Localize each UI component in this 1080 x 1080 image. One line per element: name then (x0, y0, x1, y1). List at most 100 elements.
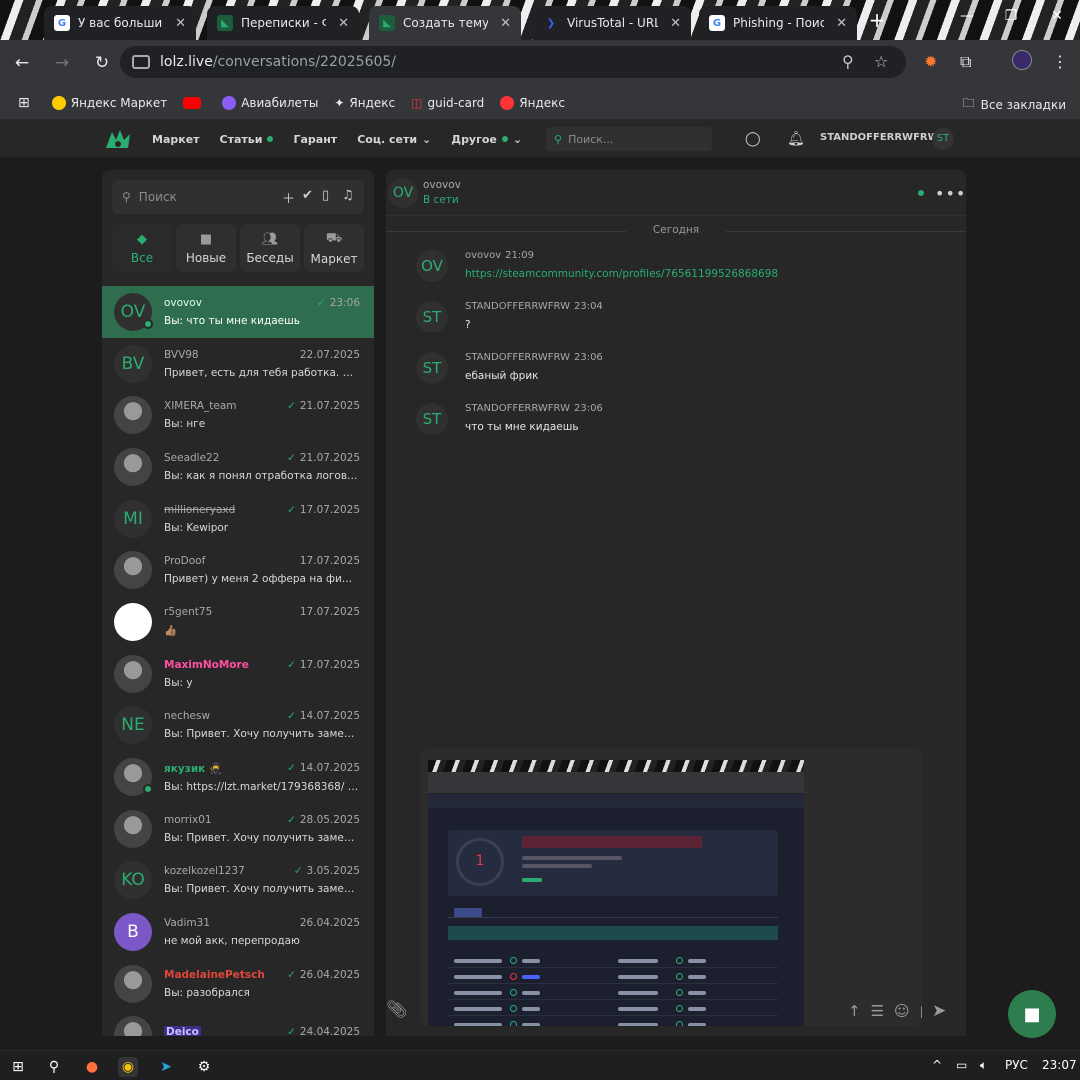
conversation-item[interactable]: NE nechesw ✓ 14.07.2025 Вы: Привет. Хочу пол… (102, 700, 374, 752)
bookmark-youtube[interactable] (183, 96, 206, 109)
bookmark-yandex-ai[interactable]: ✦ Яндекс (334, 96, 395, 110)
new-tab-button[interactable]: + (866, 10, 888, 32)
chrome-icon[interactable]: ◉ (118, 1057, 138, 1077)
messages-icon[interactable]: ◯ (745, 131, 761, 147)
message-avatar[interactable]: ST (416, 403, 448, 435)
bookmark-yandex[interactable]: Яндекс (500, 95, 565, 110)
network-icon[interactable]: ▭ (956, 1058, 967, 1072)
site-info-icon[interactable] (132, 55, 150, 69)
peer-name[interactable]: ovovov (423, 179, 461, 191)
message-avatar[interactable]: ST (416, 352, 448, 384)
conversation-item[interactable]: якузик 🥷 ✓ 14.07.2025 Вы: https://lzt.marke… (102, 751, 374, 803)
message-avatar[interactable]: ST (416, 301, 448, 333)
conversation-item[interactable]: MI millioneryaxd ✓ 17.07.2025 Вы: Kewipor (102, 493, 374, 545)
conversation-item[interactable]: XIMERA_team ✓ 21.07.2025 Вы: нге (102, 389, 374, 441)
clock[interactable]: 23:07 (1042, 1058, 1077, 1072)
all-bookmarks[interactable]: 🗀 Все закладки (963, 94, 1066, 115)
volume-icon[interactable]: 🔈︎ (980, 1058, 987, 1073)
firefox-icon[interactable]: ● (82, 1057, 102, 1077)
conversation-item[interactable]: MaximNoMore ✓ 17.07.2025 Вы: у (102, 648, 374, 700)
browser-tab-3[interactable]: ◣ Создать тему - Ф ✕ (369, 6, 521, 40)
conversation-item[interactable]: morrix01 ✓ 28.05.2025 Вы: Привет. Хочу полу… (102, 803, 374, 855)
avatar[interactable]: B (114, 913, 152, 952)
restore-icon[interactable]: ❐ (996, 8, 1026, 24)
filter-groups[interactable]: 👥︎ Беседы (240, 224, 300, 272)
close-icon[interactable]: ✕ (670, 16, 681, 31)
extension-icon[interactable]: ✹ (924, 52, 937, 71)
paperclip-icon[interactable]: 📎︎ (386, 1000, 408, 1020)
avatar[interactable] (114, 809, 152, 848)
conversation-item[interactable]: r5gent75 17.07.2025 👍🏽 (102, 596, 374, 648)
bookmark-aviabilety[interactable]: Авиабилеты (222, 95, 318, 110)
forward-arrow-icon[interactable]: → (44, 45, 80, 81)
windows-start-icon[interactable]: ⊞ (8, 1057, 28, 1077)
avatar[interactable] (114, 964, 152, 1003)
search-icon[interactable]: ⚲ (44, 1057, 64, 1077)
conversation-item[interactable]: BV BVV98 22.07.2025 Привет, есть для тебя р… (102, 338, 374, 390)
menu-kebab-icon[interactable]: ⋮ (1052, 52, 1068, 71)
filter-new[interactable]: ■ Новые (176, 224, 236, 272)
conversation-search-input[interactable]: ⚲ Поиск ＋ ✔︎ ▯ ♫ (112, 180, 364, 214)
message-author[interactable]: STANDOFFERRWFRW (465, 403, 570, 414)
emoji-icon[interactable]: ☺ (894, 1002, 910, 1020)
bookmark-guid-card[interactable]: ◫ guid-card (411, 96, 484, 110)
mark-read-icon[interactable]: ✔︎ (302, 188, 313, 203)
message-author[interactable]: STANDOFFERRWFRW (465, 301, 570, 312)
avatar[interactable]: KO (114, 861, 152, 900)
apps-grid-icon[interactable]: ⊞ (18, 95, 30, 111)
extensions-puzzle-icon[interactable]: ⧉ (960, 52, 971, 72)
avatar[interactable] (114, 602, 152, 641)
language-indicator[interactable]: РУС (1005, 1058, 1028, 1072)
avatar[interactable]: BV (114, 344, 152, 383)
message-avatar[interactable]: OV (416, 250, 448, 282)
avatar[interactable]: NE (114, 706, 152, 745)
profile-avatar[interactable] (1012, 50, 1032, 70)
close-icon[interactable]: ✕ (338, 16, 349, 31)
avatar[interactable] (114, 447, 152, 486)
site-search-input[interactable]: ⚲ Поиск... (546, 127, 712, 151)
message-author[interactable]: ovovov (465, 250, 501, 261)
peer-avatar[interactable]: OV (388, 178, 418, 208)
address-bar[interactable]: lolz.live/conversations/22025605/ ⚲ ☆ (120, 46, 906, 78)
avatar[interactable] (114, 396, 152, 435)
bookmark-icon[interactable]: ▯ (322, 188, 329, 203)
back-arrow-icon[interactable]: ← (4, 45, 40, 81)
new-conversation-icon[interactable]: ＋ (282, 188, 295, 207)
bookmark-star-icon[interactable]: ☆ (874, 52, 888, 71)
zoom-icon[interactable]: ⚲ (842, 52, 854, 71)
reload-icon[interactable]: ↻ (84, 45, 120, 81)
header-username[interactable]: STANDOFFERRWFRW (820, 132, 939, 143)
minimize-icon[interactable]: — (952, 8, 982, 24)
nav-articles[interactable]: Статьи (220, 133, 274, 146)
nav-other[interactable]: Другое ⌄ (451, 133, 522, 146)
site-logo-icon[interactable] (104, 126, 132, 152)
browser-tab-4[interactable]: ❯ VirusTotal - URL ✕ (533, 6, 691, 40)
message-author[interactable]: STANDOFFERRWFRW (465, 352, 570, 363)
avatar[interactable] (114, 654, 152, 693)
send-icon[interactable]: ➤ (932, 1001, 946, 1021)
filter-all[interactable]: ◆ Все (112, 224, 172, 272)
browser-tab-1[interactable]: G У вас большие за ✕ (44, 6, 196, 40)
image-icon[interactable]: ▣ (920, 1002, 922, 1020)
close-icon[interactable]: ✕ (175, 16, 186, 31)
browser-tab-5[interactable]: G Phishing - Поиск ✕ (699, 6, 857, 40)
conversation-item[interactable]: OV ovovov ✓ 23:06 Вы: что ты мне кидаешь (102, 286, 374, 338)
headphones-icon[interactable]: ♫ (342, 188, 354, 203)
filter-market[interactable]: ⛟ Маркет (304, 224, 364, 272)
bell-icon[interactable]: 🔔︎ (787, 131, 805, 147)
nav-market[interactable]: Маркет (152, 133, 200, 146)
avatar[interactable] (114, 551, 152, 590)
close-icon[interactable]: ✕ (500, 16, 511, 31)
settings-gear-icon[interactable]: ⚙ (194, 1057, 214, 1077)
bookmark-yandex-market[interactable]: Яндекс Маркет (51, 95, 167, 110)
telegram-icon[interactable]: ➤ (156, 1057, 176, 1077)
conversation-item[interactable]: B Vadim31 26.04.2025 не мой акк, перепродаю (102, 906, 374, 958)
avatar[interactable]: MI (114, 499, 152, 538)
chat-fab-button[interactable]: ■ (1008, 990, 1056, 1038)
conversation-item[interactable]: ProDoof 17.07.2025 Привет) у меня 2 оффера… (102, 544, 374, 596)
window-close-icon[interactable]: ✕ (1042, 8, 1072, 24)
conversation-item[interactable]: KO kozelkozel1237 ✓ 3.05.2025 Вы: Привет. Хо… (102, 855, 374, 907)
nav-social[interactable]: Соц. сети ⌄ (357, 133, 431, 146)
conversation-item[interactable]: MadelainePetsch ✓ 26.04.2025 Вы: разобрался (102, 958, 374, 1010)
message-link[interactable]: https://steamcommunity.com/profiles/7656… (465, 268, 778, 280)
